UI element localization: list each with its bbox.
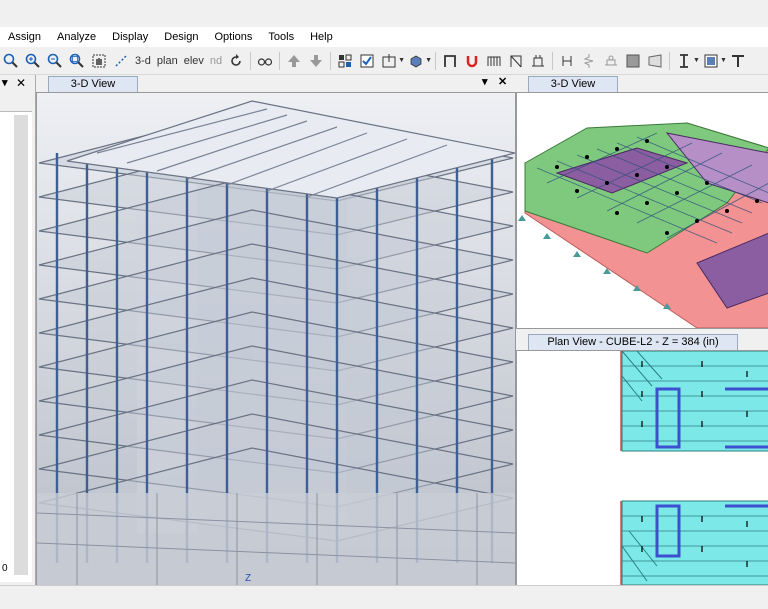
- menu-options[interactable]: Options: [207, 31, 261, 43]
- wall-icon[interactable]: [528, 51, 548, 71]
- draw-icon[interactable]: [379, 51, 399, 71]
- main-view-tabbar: 3-D View ▾ ✕: [36, 75, 514, 93]
- menu-help[interactable]: Help: [302, 31, 341, 43]
- zoom-out-icon[interactable]: [45, 51, 65, 71]
- rotate-icon[interactable]: [226, 51, 246, 71]
- zoom-in-icon[interactable]: [23, 51, 43, 71]
- slab-3d-model: [517, 93, 768, 328]
- dropdown-arrow-icon[interactable]: ▼: [398, 57, 405, 64]
- building-3d-model: Z: [37, 93, 515, 585]
- svg-text:Z: Z: [245, 573, 251, 584]
- checkbox-icon[interactable]: [357, 51, 377, 71]
- toolbar-separator: [552, 51, 554, 70]
- magnet-icon[interactable]: [462, 51, 482, 71]
- main-3d-viewport[interactable]: Z: [36, 92, 516, 586]
- move-up-icon[interactable]: [284, 51, 304, 71]
- secondary-3d-viewport[interactable]: [516, 92, 768, 329]
- link-icon[interactable]: [557, 51, 577, 71]
- toolbar-separator: [279, 51, 281, 70]
- pin-dropdown-icon[interactable]: ▾: [482, 75, 488, 88]
- plan-view-tabbar: Plan View - CUBE-L2 - Z = 384 (in): [516, 333, 768, 351]
- secondary-view-tabbar: 3-D View: [516, 75, 768, 93]
- menu-assign[interactable]: Assign: [0, 31, 49, 43]
- plan-view-button[interactable]: plan: [154, 55, 181, 67]
- floor-plan-drawing: [517, 351, 768, 585]
- pin-dropdown-icon[interactable]: ▾: [2, 76, 8, 89]
- model-explorer-panel: ▾ ✕ 0: [0, 75, 36, 585]
- area-icon[interactable]: [623, 51, 643, 71]
- view-3d-button[interactable]: 3-d: [132, 55, 154, 67]
- menu-analyze[interactable]: Analyze: [49, 31, 104, 43]
- close-icon[interactable]: ✕: [498, 75, 507, 88]
- brace-icon[interactable]: [506, 51, 526, 71]
- window-icon[interactable]: [701, 51, 721, 71]
- move-down-icon[interactable]: [306, 51, 326, 71]
- opening-icon[interactable]: [645, 51, 665, 71]
- beam-icon[interactable]: [484, 51, 504, 71]
- menu-tools[interactable]: Tools: [260, 31, 302, 43]
- toolbar-separator: [669, 51, 671, 70]
- menu-bar: Assign Analyze Display Design Options To…: [0, 27, 768, 47]
- dropdown-arrow-icon[interactable]: ▼: [425, 57, 432, 64]
- menu-design[interactable]: Design: [156, 31, 206, 43]
- tab-3d-view-secondary[interactable]: 3-D View: [528, 76, 618, 93]
- dropdown-arrow-icon[interactable]: ▼: [693, 57, 700, 64]
- damper-icon[interactable]: [601, 51, 621, 71]
- tab-3d-view-main[interactable]: 3-D View: [48, 76, 138, 93]
- toolbar: 3-d plan elev nd ▼ ▼ ▼ ▼: [0, 47, 768, 75]
- toolbar-separator: [330, 51, 332, 70]
- dropdown-arrow-icon[interactable]: ▼: [720, 57, 727, 64]
- tab-plan-view[interactable]: Plan View - CUBE-L2 - Z = 384 (in): [528, 334, 738, 351]
- object-shading-icon[interactable]: [406, 51, 426, 71]
- nd-button[interactable]: nd: [207, 55, 225, 67]
- status-bar: [0, 585, 768, 609]
- explorer-value: 0: [2, 563, 8, 574]
- menu-display[interactable]: Display: [104, 31, 156, 43]
- select-grid-icon[interactable]: [335, 51, 355, 71]
- toolbar-separator: [435, 51, 437, 70]
- toolbar-separator: [250, 51, 252, 70]
- rubber-band-icon[interactable]: [111, 51, 131, 71]
- section-icon[interactable]: [674, 51, 694, 71]
- glasses-icon[interactable]: [255, 51, 275, 71]
- scrollbar[interactable]: [14, 115, 28, 575]
- close-icon[interactable]: ✕: [16, 76, 26, 90]
- plan-viewport[interactable]: [516, 350, 768, 586]
- elevation-view-button[interactable]: elev: [181, 55, 207, 67]
- frame-icon[interactable]: [440, 51, 460, 71]
- spring-icon[interactable]: [579, 51, 599, 71]
- pan-hand-icon[interactable]: [89, 51, 109, 71]
- zoom-icon[interactable]: [1, 51, 21, 71]
- zoom-window-icon[interactable]: [67, 51, 87, 71]
- tee-icon[interactable]: [728, 51, 748, 71]
